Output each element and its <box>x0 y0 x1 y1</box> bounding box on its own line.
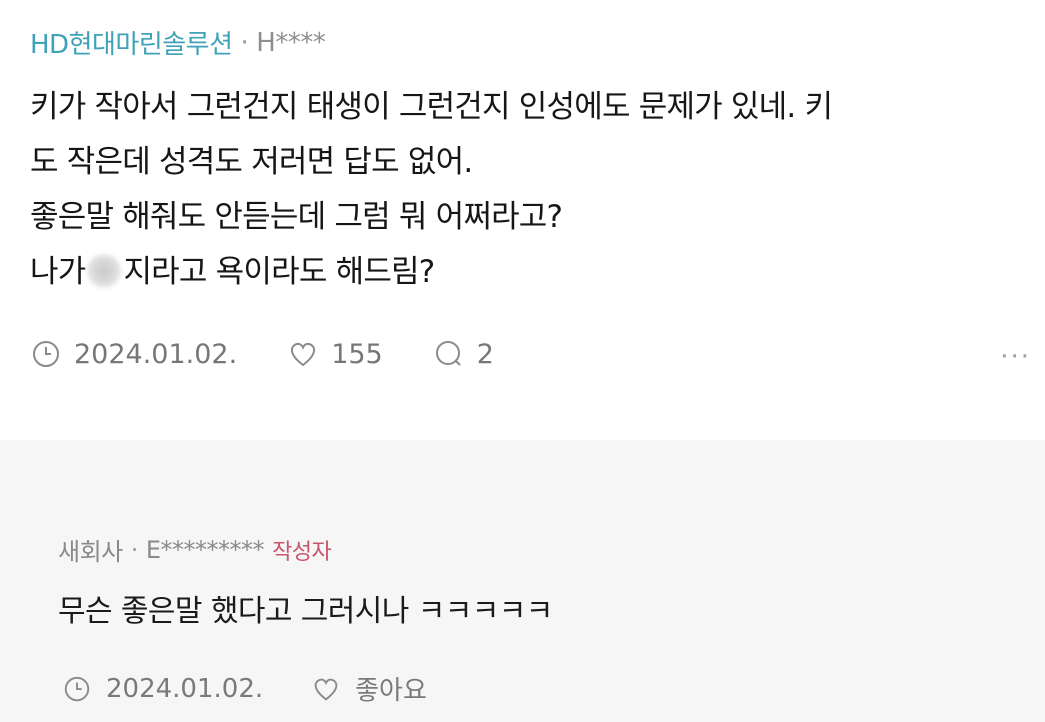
comment-count: 2 <box>476 338 494 370</box>
reply-meta: 2024.01.02. 좋아요 <box>62 670 475 707</box>
reply-card: 새회사 · E********* 작성자 무슨 좋은말 했다고 그러시나 ㅋㅋㅋ… <box>0 440 1045 722</box>
reply-header: 새회사 · E********* 작성자 <box>58 532 332 567</box>
reply-like-label: 좋아요 <box>355 676 427 706</box>
reply-author: E********* <box>145 535 265 564</box>
reply-like-button[interactable]: 좋아요 <box>311 670 427 707</box>
reply-date-text: 2024.01.02. <box>106 673 264 704</box>
post-line-4-start: 나가 <box>30 254 86 290</box>
like-button[interactable]: 155 <box>287 338 383 370</box>
author-badge: 작성자 <box>272 539 332 565</box>
post-line-2: 도 작은데 성격도 저러면 답도 없어. <box>30 144 473 180</box>
post-line-1: 키가 작아서 그런건지 태생이 그런건지 인성에도 문제가 있네. 키 <box>30 89 833 125</box>
clock-icon <box>62 674 92 704</box>
post-author: H**** <box>256 27 326 58</box>
clock-icon <box>30 338 62 370</box>
like-count: 155 <box>331 338 383 370</box>
reply-text: 무슨 좋은말 했다고 그러시나 ㅋㅋㅋㅋㅋ <box>58 594 553 629</box>
blurred-word <box>87 254 122 288</box>
post-company[interactable]: HD현대마린솔루션 <box>30 24 233 61</box>
post-date-text: 2024.01.02. <box>74 338 238 370</box>
reply-company[interactable]: 새회사 <box>58 532 123 567</box>
more-icon[interactable]: ··· <box>1000 342 1031 372</box>
heart-icon <box>311 674 341 704</box>
post-line-4: 나가 지라고 욕이라도 해드림? <box>30 245 1030 300</box>
post-card: HD현대마린솔루션 · H**** 키가 작아서 그런건지 태생이 그런건지 인… <box>0 0 1045 440</box>
reply-date: 2024.01.02. <box>62 674 263 704</box>
comment-button[interactable]: 2 <box>433 338 494 370</box>
post-line-4-end: 지라고 욕이라도 해드림? <box>123 254 435 290</box>
post-line-3: 좋은말 해줘도 안듣는데 그럼 뭐 어쩌라고? <box>30 199 563 235</box>
post-body: 키가 작아서 그런건지 태생이 그런건지 인성에도 문제가 있네. 키 도 작은… <box>30 80 1030 300</box>
post-header: HD현대마린솔루션 · H**** <box>30 24 326 61</box>
post-meta: 2024.01.02. 155 2 <box>30 338 544 370</box>
comment-icon <box>433 338 465 370</box>
reply-separator: · <box>130 535 139 564</box>
post-separator: · <box>240 27 249 58</box>
heart-icon <box>287 338 319 370</box>
post-date: 2024.01.02. <box>30 338 237 370</box>
